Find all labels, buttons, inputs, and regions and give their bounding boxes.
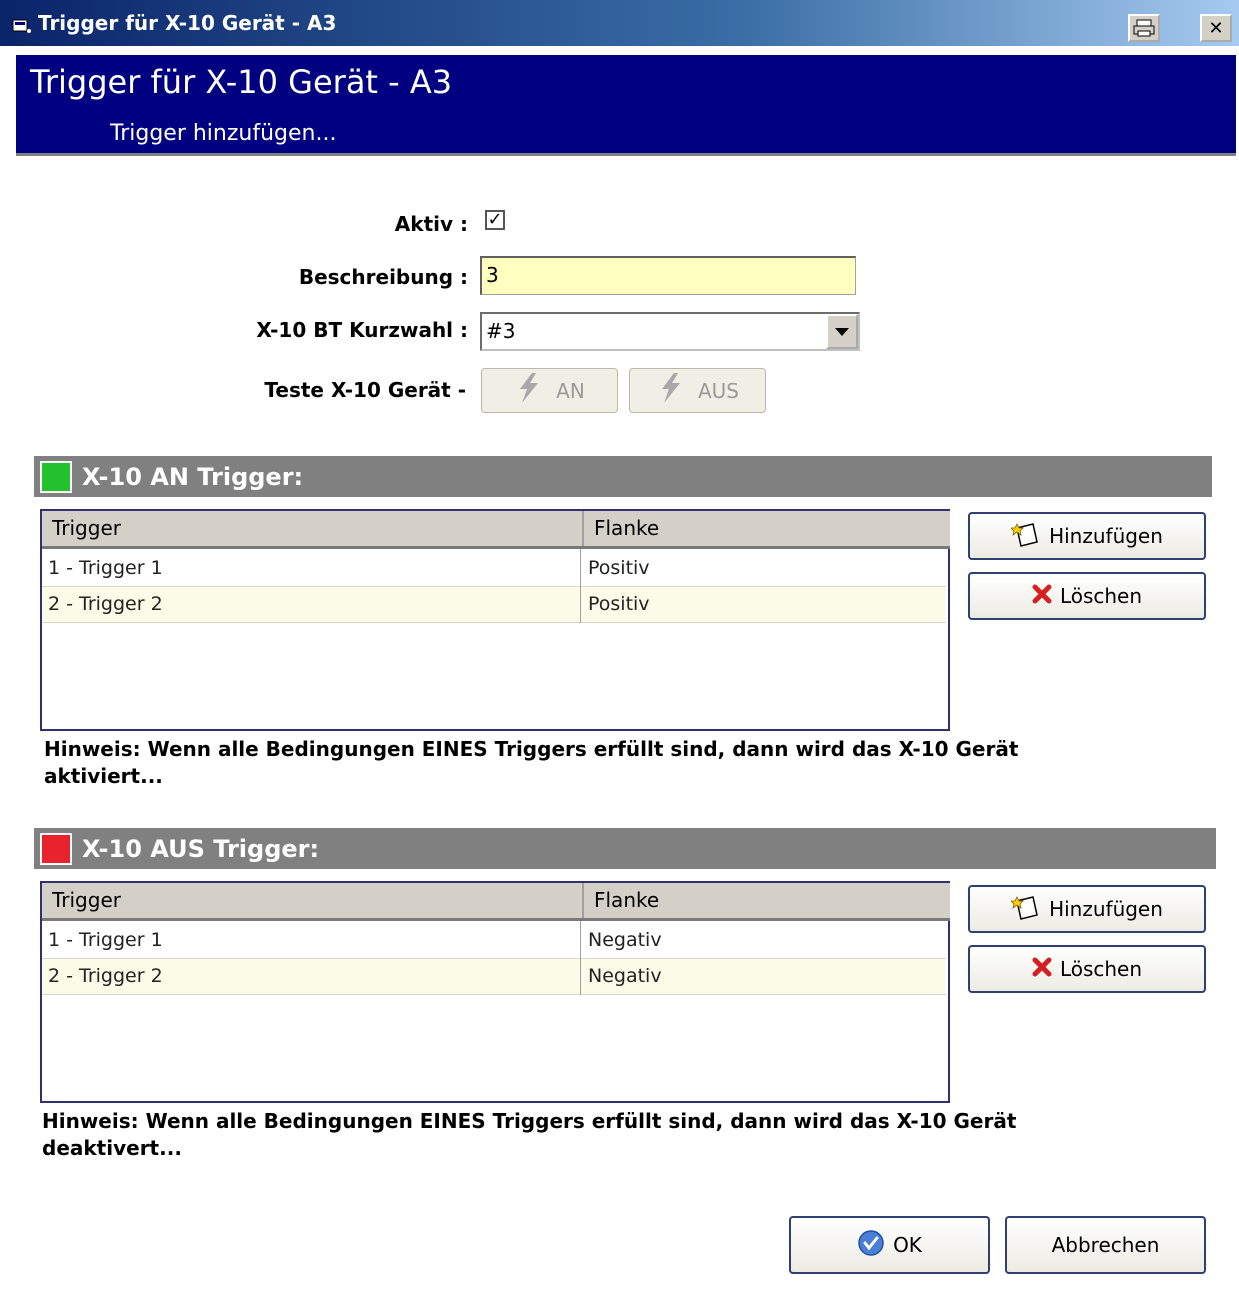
column-divider xyxy=(580,921,581,995)
lightning-icon xyxy=(514,373,542,408)
on-delete-button[interactable]: Löschen xyxy=(968,572,1206,620)
on-color-swatch xyxy=(40,460,72,493)
cell-trigger: 2 - Trigger 2 xyxy=(48,593,163,615)
delete-x-icon xyxy=(1032,957,1052,982)
cancel-label: Abbrechen xyxy=(1051,1233,1160,1257)
column-header-flanke[interactable]: Flanke xyxy=(582,883,948,918)
off-delete-button[interactable]: Löschen xyxy=(968,945,1206,993)
table-row[interactable]: 1 - Trigger 1 Negativ xyxy=(42,923,946,959)
print-icon[interactable] xyxy=(1128,14,1160,42)
kurzwahl-select[interactable]: #3 xyxy=(480,312,860,351)
grid-header: Trigger Flanke xyxy=(42,511,950,549)
cell-trigger: 1 - Trigger 1 xyxy=(48,929,163,951)
table-row[interactable]: 2 - Trigger 2 Negativ xyxy=(42,959,946,995)
on-section-title: X-10 AN Trigger: xyxy=(82,462,304,491)
cell-flanke: Positiv xyxy=(588,593,650,615)
on-add-button[interactable]: Hinzufügen xyxy=(968,512,1206,560)
grid-header: Trigger Flanke xyxy=(42,883,950,921)
off-trigger-grid[interactable]: Trigger Flanke 1 - Trigger 1 Negativ 2 -… xyxy=(40,881,950,1103)
beschreibung-label: Beschreibung : xyxy=(298,265,468,289)
off-hint-note: Hinweis: Wenn alle Bedingungen EINES Tri… xyxy=(42,1109,1017,1160)
on-add-label: Hinzufügen xyxy=(1049,524,1163,548)
window-titlebar: Trigger für X-10 Gerät - A3 xyxy=(0,0,1239,46)
dialog-header: Trigger für X-10 Gerät - A3 Trigger hinz… xyxy=(16,55,1236,156)
off-trigger-section-header: X-10 AUS Trigger: xyxy=(34,828,1216,869)
column-header-trigger[interactable]: Trigger xyxy=(42,883,580,918)
table-row[interactable]: 1 - Trigger 1 Positiv xyxy=(42,551,946,587)
ok-label: OK xyxy=(893,1233,922,1257)
cell-flanke: Negativ xyxy=(588,965,662,987)
delete-x-icon xyxy=(1032,584,1052,609)
chevron-down-icon[interactable] xyxy=(826,314,858,349)
column-header-trigger[interactable]: Trigger xyxy=(42,511,580,546)
test-an-button[interactable]: AN xyxy=(481,368,618,413)
off-delete-label: Löschen xyxy=(1059,957,1143,981)
off-add-label: Hinzufügen xyxy=(1049,897,1163,921)
window-title: Trigger für X-10 Gerät - A3 xyxy=(38,11,337,35)
cell-trigger: 1 - Trigger 1 xyxy=(48,557,163,579)
test-aus-button[interactable]: AUS xyxy=(629,368,766,413)
app-icon xyxy=(12,15,32,33)
beschreibung-input[interactable]: 3 xyxy=(480,256,856,295)
on-trigger-grid[interactable]: Trigger Flanke 1 - Trigger 1 Positiv 2 -… xyxy=(40,509,950,731)
on-trigger-section-header: X-10 AN Trigger: xyxy=(34,456,1212,497)
add-sparkle-icon xyxy=(1010,893,1041,926)
teste-label: Teste X-10 Gerät - xyxy=(264,378,466,402)
lightning-icon xyxy=(656,373,684,408)
kurzwahl-value: #3 xyxy=(486,319,516,343)
kurzwahl-label: X-10 BT Kurzwahl : xyxy=(256,318,468,342)
off-color-swatch xyxy=(40,832,72,865)
on-delete-label: Löschen xyxy=(1059,584,1143,608)
ok-button[interactable]: OK xyxy=(789,1216,990,1274)
table-row[interactable]: 2 - Trigger 2 Positiv xyxy=(42,587,946,623)
header-title: Trigger für X-10 Gerät - A3 xyxy=(30,63,453,101)
off-add-button[interactable]: Hinzufügen xyxy=(968,885,1206,933)
cell-flanke: Negativ xyxy=(588,929,662,951)
column-divider xyxy=(580,549,581,623)
check-circle-icon xyxy=(857,1229,885,1262)
cell-trigger: 2 - Trigger 2 xyxy=(48,965,163,987)
cell-flanke: Positiv xyxy=(588,557,650,579)
aktiv-label: Aktiv : xyxy=(394,212,468,236)
add-sparkle-icon xyxy=(1010,520,1041,553)
close-icon[interactable]: ✕ xyxy=(1200,14,1232,42)
cancel-button[interactable]: Abbrechen xyxy=(1005,1216,1206,1274)
header-subtitle: Trigger hinzufügen... xyxy=(110,121,337,146)
aktiv-checkbox[interactable]: ✓ xyxy=(485,210,505,230)
column-header-flanke[interactable]: Flanke xyxy=(582,511,948,546)
test-aus-label: AUS xyxy=(697,378,739,403)
off-section-title: X-10 AUS Trigger: xyxy=(82,834,320,863)
on-hint-note: Hinweis: Wenn alle Bedingungen EINES Tri… xyxy=(44,737,1019,788)
test-an-label: AN xyxy=(556,378,585,403)
